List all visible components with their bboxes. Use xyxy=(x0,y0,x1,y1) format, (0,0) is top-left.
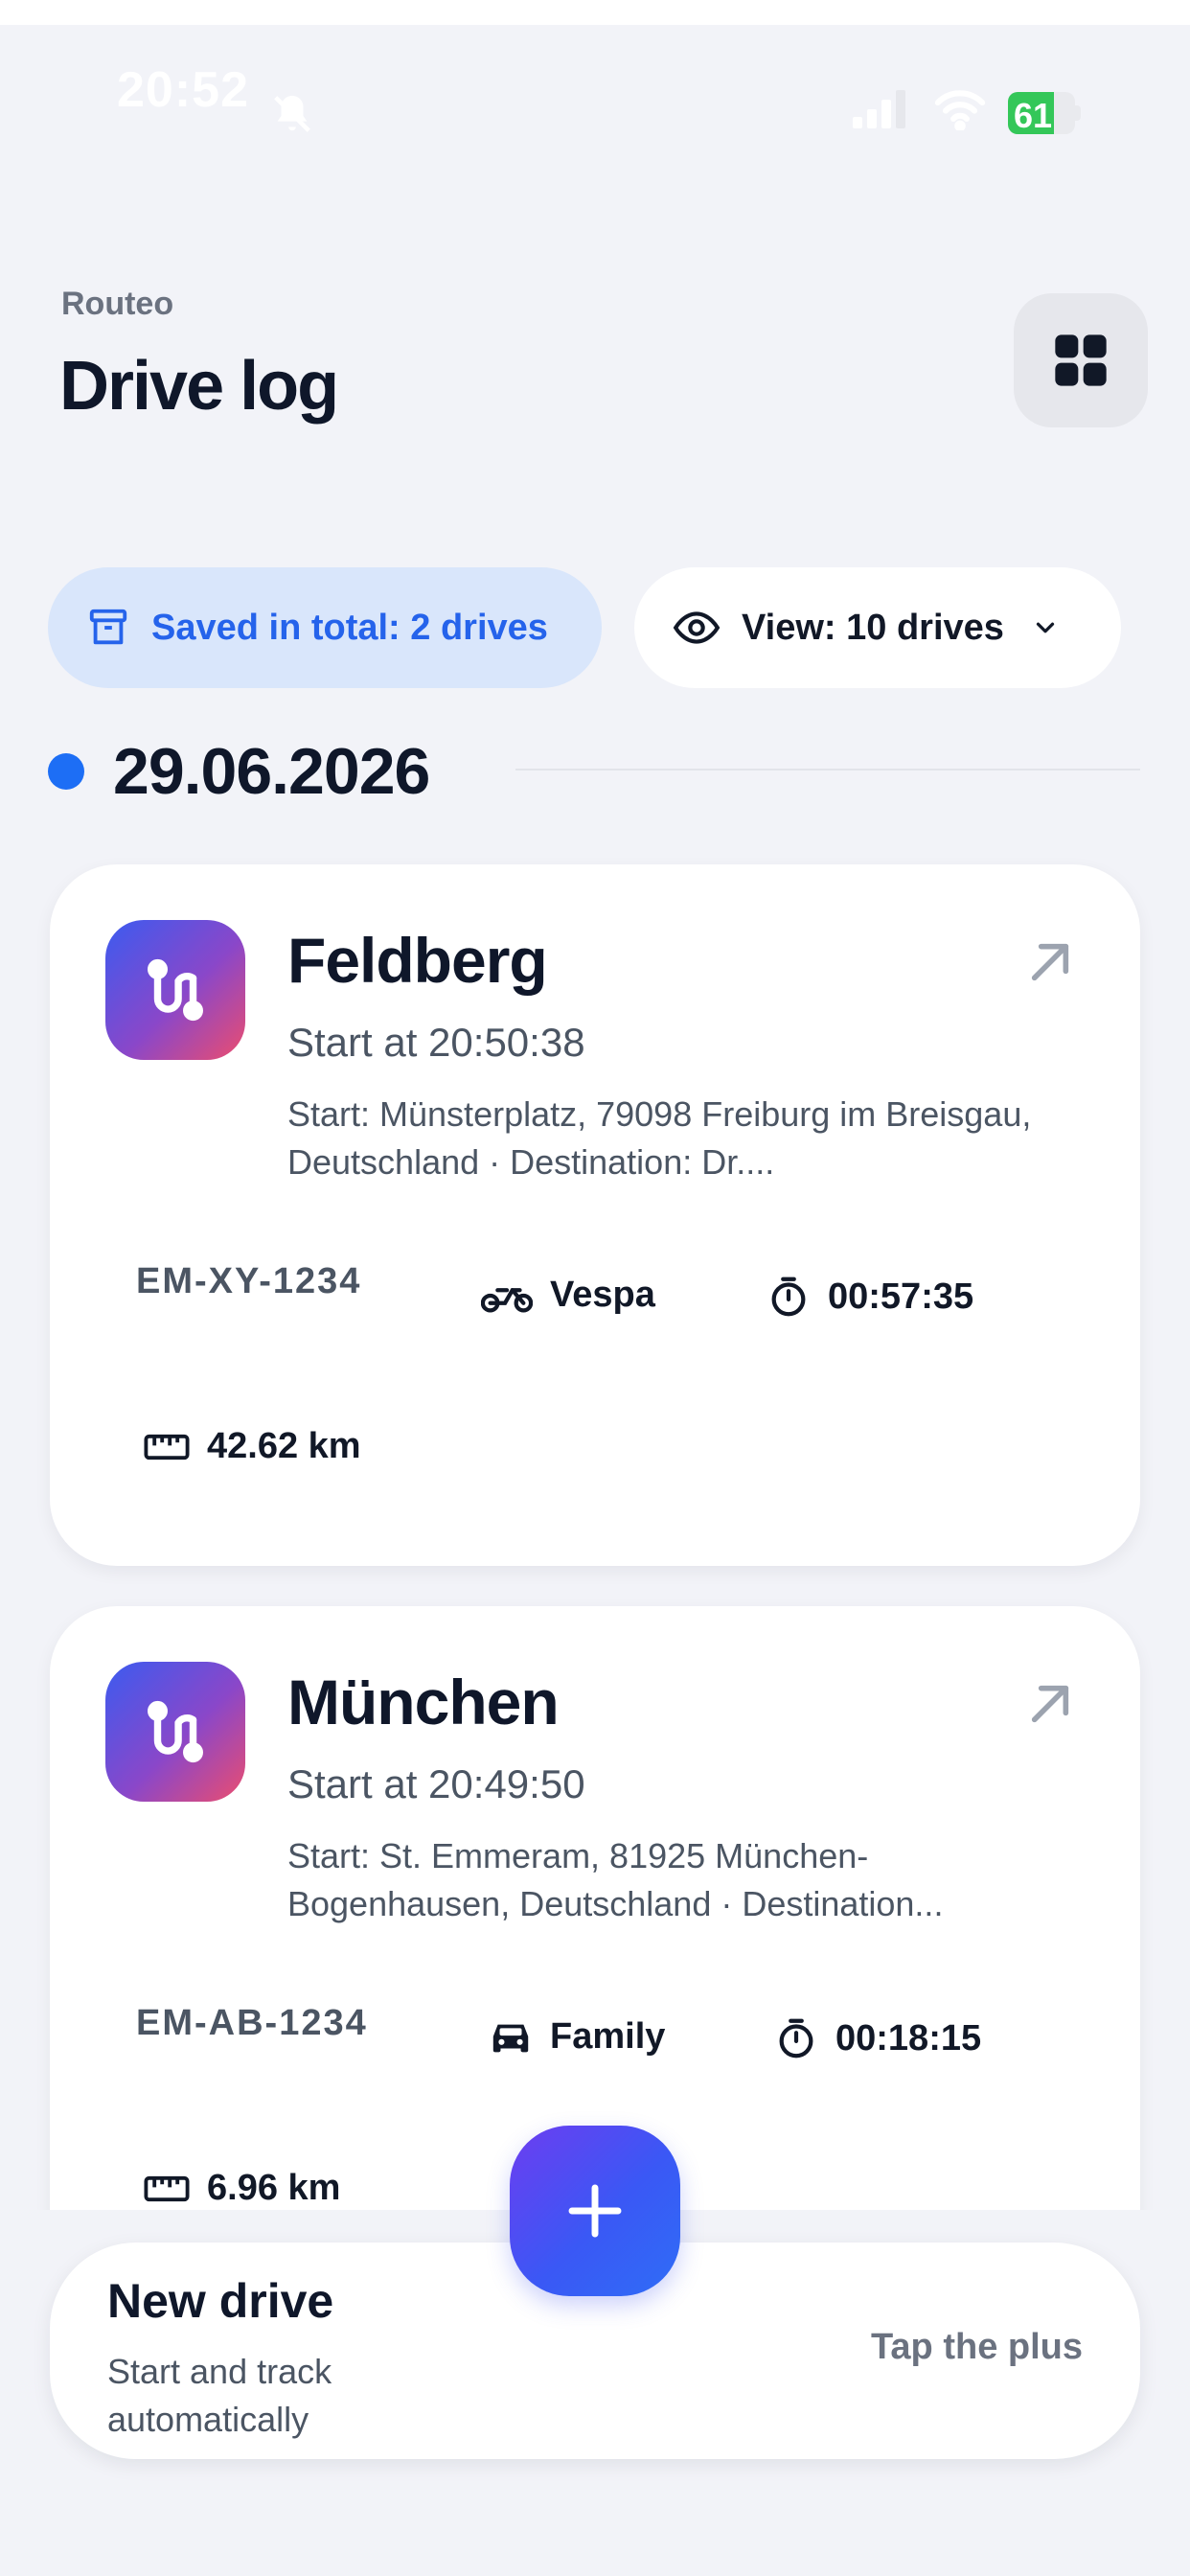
route-icon xyxy=(105,1662,245,1802)
eye-icon xyxy=(673,604,721,652)
distance-info: 6.96 km xyxy=(144,2168,340,2209)
drive-address: Start: St. Emmeram, 81925 München-Bogenh… xyxy=(287,1836,944,1923)
new-drive-title: New drive xyxy=(107,2274,334,2328)
status-time: 20:52 xyxy=(117,62,249,118)
stopwatch-icon xyxy=(774,2016,818,2060)
vehicle-info: Vespa xyxy=(481,1275,655,1316)
plus-icon xyxy=(564,2180,626,2242)
vehicle-name: Family xyxy=(550,2016,666,2057)
grid-menu-button[interactable] xyxy=(1014,293,1148,427)
add-drive-button[interactable] xyxy=(510,2126,680,2296)
duration-info: 00:57:35 xyxy=(767,1275,973,1319)
top-strip xyxy=(0,0,1190,25)
open-arrow-icon[interactable] xyxy=(1023,1677,1077,1736)
chevron-down-icon xyxy=(1031,613,1060,642)
battery-level: 61 xyxy=(1014,96,1053,135)
wifi-icon xyxy=(933,88,987,135)
stopwatch-icon xyxy=(767,1275,811,1319)
archive-box-icon xyxy=(86,606,130,650)
drive-title: München xyxy=(287,1667,560,1737)
new-drive-hint: Tap the plus xyxy=(871,2327,1083,2367)
page-title: Drive log xyxy=(59,348,339,425)
license-plate: EM-XY-1234 xyxy=(136,1261,362,1301)
vehicle-name: Vespa xyxy=(550,1275,655,1315)
date-marker-dot xyxy=(48,753,84,790)
drive-duration: 00:57:35 xyxy=(828,1276,974,1317)
drive-duration: 00:18:15 xyxy=(835,2017,982,2058)
saved-total-label: Saved in total: 2 drives xyxy=(151,607,548,648)
drive-start-time: Start at 20:50:38 xyxy=(287,1020,585,1065)
bell-slash-icon xyxy=(270,92,314,141)
saved-total-chip[interactable]: Saved in total: 2 drives xyxy=(48,567,602,688)
view-count-label: View: 10 drives xyxy=(742,607,1004,648)
cellular-signal-icon xyxy=(853,90,906,133)
open-arrow-icon[interactable] xyxy=(1023,935,1077,994)
vehicle-info: Family xyxy=(489,2016,665,2058)
drive-title: Feldberg xyxy=(287,925,548,996)
drive-card[interactable]: Feldberg Start at 20:50:38 Start: Münste… xyxy=(50,864,1140,1566)
grid-icon xyxy=(1050,330,1111,391)
car-icon xyxy=(489,2018,533,2057)
battery-icon: 61 xyxy=(1008,92,1081,135)
scooter-icon xyxy=(481,1276,533,1315)
date-group-label: 29.06.2026 xyxy=(113,735,430,808)
date-divider xyxy=(515,769,1140,770)
ruler-icon xyxy=(144,2174,190,2204)
new-drive-subtitle: Start and track automatically xyxy=(107,2352,332,2439)
app-name: Routeo xyxy=(61,286,174,322)
route-icon xyxy=(105,920,245,1060)
ruler-icon xyxy=(144,1432,190,1462)
drive-start-time: Start at 20:49:50 xyxy=(287,1761,585,1806)
drive-distance: 42.62 km xyxy=(207,1426,361,1466)
drive-distance: 6.96 km xyxy=(207,2168,341,2208)
drive-address: Start: Münsterplatz, 79098 Freiburg im B… xyxy=(287,1094,1032,1182)
view-count-dropdown[interactable]: View: 10 drives xyxy=(634,567,1121,688)
duration-info: 00:18:15 xyxy=(774,2016,981,2060)
license-plate: EM-AB-1234 xyxy=(136,2003,368,2043)
distance-info: 42.62 km xyxy=(144,1426,361,1467)
